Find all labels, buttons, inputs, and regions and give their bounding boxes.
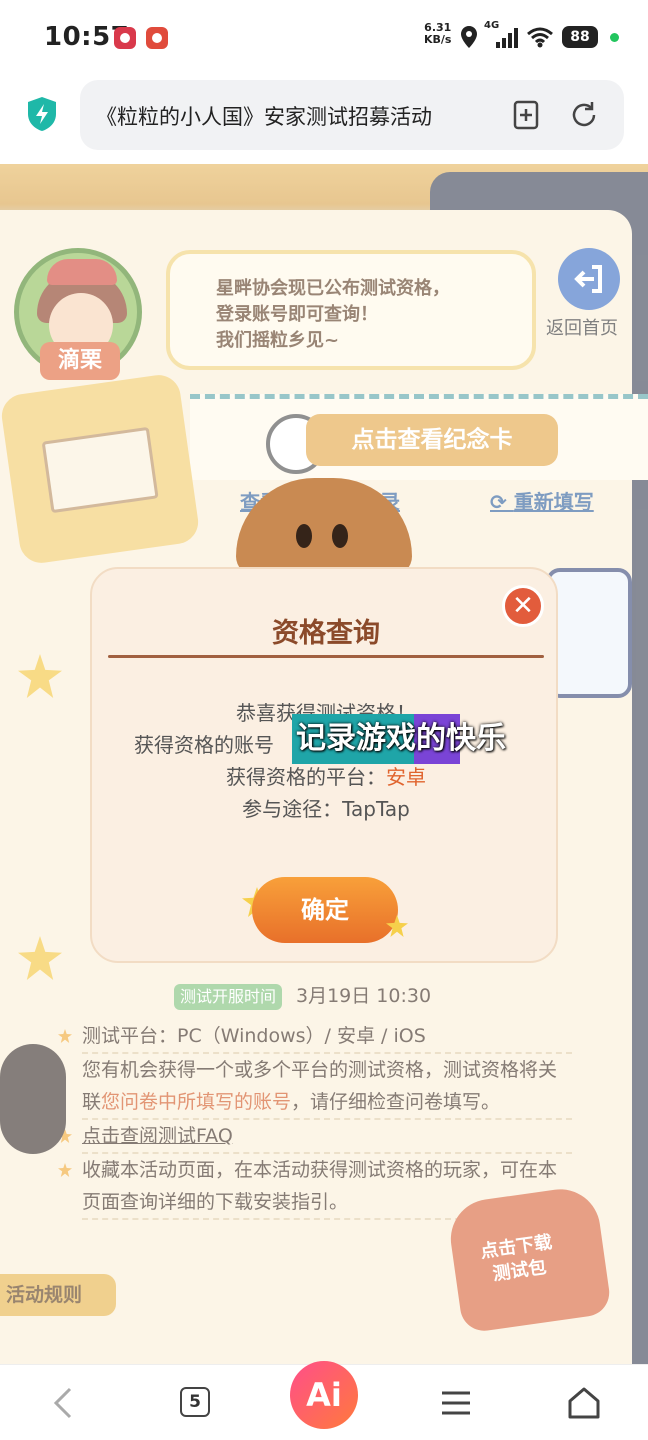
platform-label: 获得资格的平台：	[226, 765, 386, 789]
network-speed: 6.31 KB/s	[424, 22, 451, 46]
reload-icon[interactable]	[568, 99, 600, 131]
platform-line: 获得资格的平台：安卓	[92, 761, 560, 790]
tab-count: 5	[180, 1387, 210, 1417]
privacy-indicator-dot	[610, 33, 619, 42]
notification-app-icon	[114, 27, 136, 49]
tabs-button[interactable]: 5	[176, 1383, 216, 1423]
qualification-query-modal: 资格查询 ✕ 恭喜获得测试资格！ 获得资格的账号 获得资格的平台：安卓 参与途径…	[90, 567, 558, 963]
home-icon[interactable]	[564, 1383, 604, 1423]
menu-icon[interactable]	[436, 1383, 476, 1423]
platform-value: 安卓	[386, 765, 426, 789]
status-bar: 10:57 6.31 KB/s 4G 88	[0, 0, 648, 76]
browser-address-bar: 《粒粒的小人国》安家测试招募活动	[0, 76, 648, 164]
channel-text: 参与途径：TapTap	[242, 797, 410, 821]
confirm-button[interactable]: 确定	[252, 877, 398, 943]
signal-icon	[496, 28, 518, 48]
back-icon[interactable]	[44, 1383, 84, 1423]
close-icon[interactable]: ✕	[502, 585, 544, 627]
wifi-icon	[527, 27, 553, 48]
battery-indicator: 88	[562, 26, 598, 48]
url-field[interactable]: 《粒粒的小人国》安家测试招募活动	[80, 80, 624, 150]
video-subtitle: 记录游戏的快乐	[292, 714, 510, 764]
modal-divider	[108, 655, 544, 658]
cat-eye	[332, 524, 348, 548]
net-speed-unit: KB/s	[424, 33, 452, 46]
security-shield-icon[interactable]	[26, 96, 58, 132]
browser-bottom-nav: 5 Ai	[0, 1361, 648, 1440]
cat-eye	[296, 524, 312, 548]
modal-title: 资格查询	[272, 618, 380, 649]
add-tab-icon[interactable]	[510, 99, 542, 131]
ai-assistant-button[interactable]: Ai	[290, 1361, 358, 1429]
page-title-in-url[interactable]: 《粒粒的小人国》安家测试招募活动	[96, 101, 472, 131]
location-icon	[461, 26, 477, 48]
notification-app-icon	[146, 27, 168, 49]
